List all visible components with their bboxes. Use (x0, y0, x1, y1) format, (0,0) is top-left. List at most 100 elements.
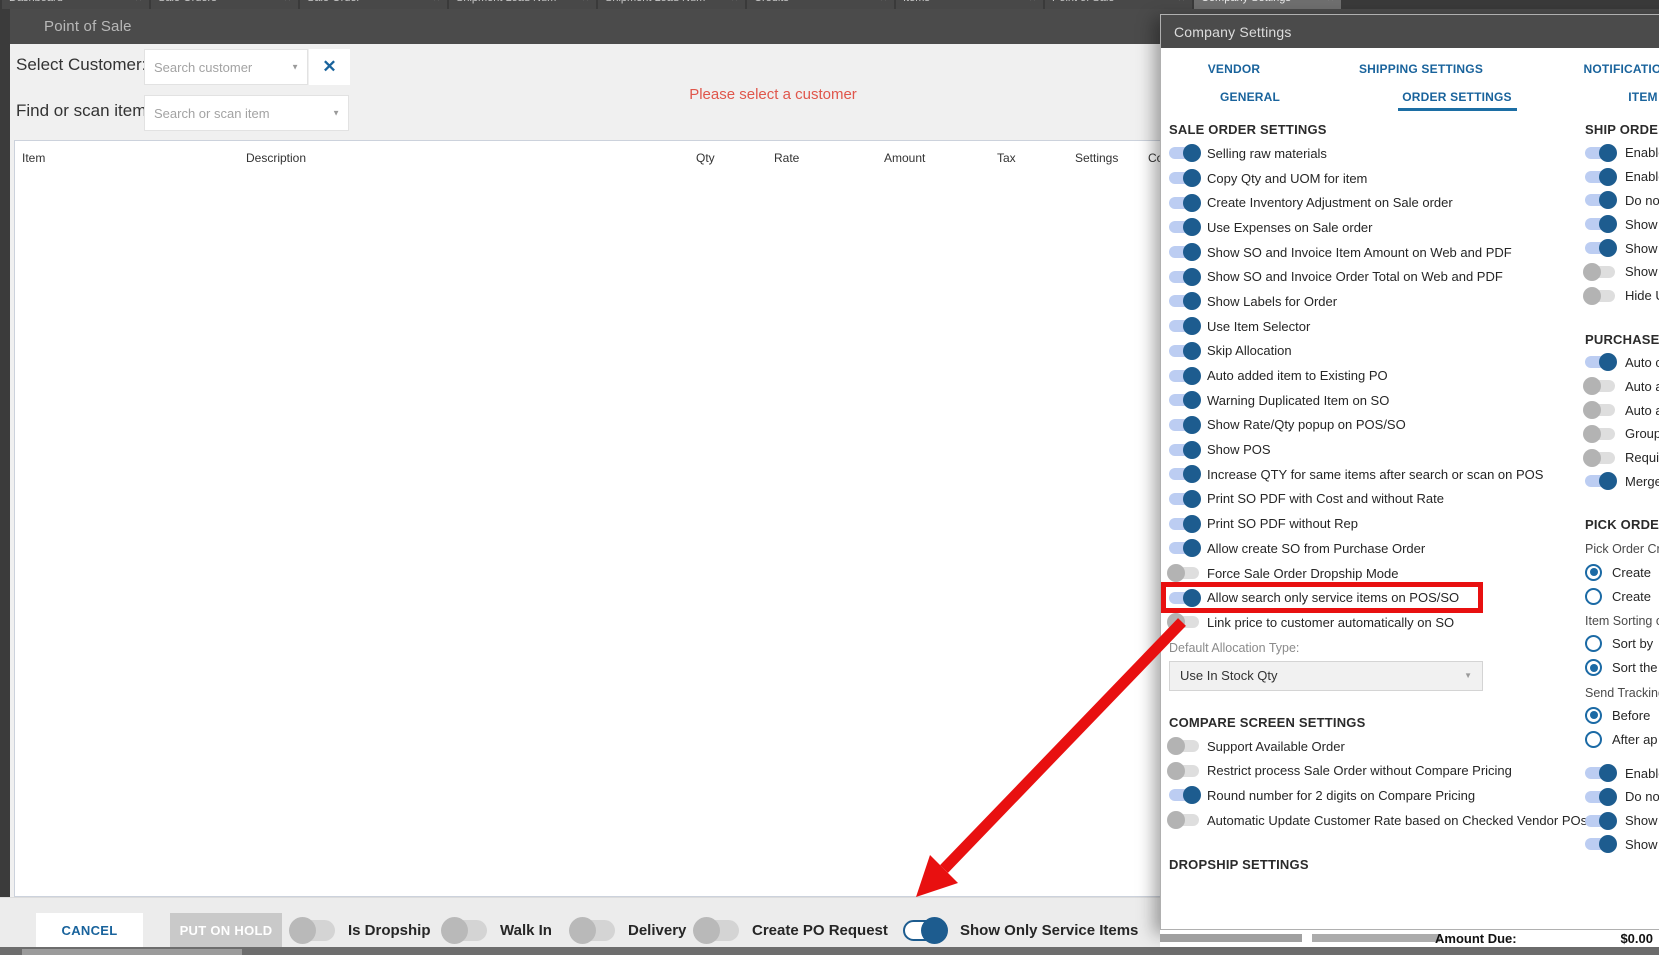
toggle-print-so-pdf-without-rep[interactable] (1169, 514, 1201, 533)
toggle-show-pos[interactable] (1169, 440, 1201, 459)
toggle-do-not-h[interactable] (1585, 787, 1617, 806)
toggle-auto-added-item-to-existing-po[interactable] (1169, 366, 1201, 385)
app-tab-label: Sale Orders (158, 0, 217, 4)
hscrollbar-thumb[interactable] (1312, 934, 1440, 942)
toggle-walk-in[interactable] (441, 917, 487, 944)
toggle-auto-ap[interactable] (1583, 401, 1615, 420)
toggle-allow-create-so-from-purchase-order[interactable] (1169, 539, 1201, 558)
app-tab-point-of-sale[interactable]: Point of Sale ✕ (1045, 0, 1192, 9)
tab-item[interactable]: ITEM (1628, 90, 1657, 104)
toggle-show-se[interactable] (1585, 811, 1617, 830)
section-heading-sale-order-settings: SALE ORDER SETTINGS (1169, 122, 1327, 137)
radio-create[interactable] (1585, 587, 1602, 605)
toggle-knob (1183, 144, 1201, 163)
toggle-force-sale-order-dropship-mode[interactable] (1167, 564, 1199, 583)
toggle-show-so-and-invoice-item-amount-on-web-and-pdf[interactable] (1169, 243, 1201, 262)
toggle-selling-raw-materials[interactable] (1169, 144, 1201, 163)
toggle-show-se[interactable] (1585, 239, 1617, 258)
toggle-show-or[interactable] (1583, 262, 1615, 281)
setting-label: Auto added item to Existing PO (1207, 368, 1388, 384)
radio-after-ap[interactable] (1585, 730, 1602, 748)
toggle-automatic-update-customer-rate-based-on-checked-vendor-pos[interactable] (1167, 811, 1199, 830)
setting-row: Do not h (1585, 189, 1659, 213)
app-tab-shipment-load-num[interactable]: Shipment Load Num ✕ (449, 0, 596, 9)
item-search-input[interactable] (145, 96, 348, 130)
tab-close-icon[interactable]: ✕ (581, 0, 589, 4)
tab-close-icon[interactable]: ✕ (1177, 0, 1185, 4)
tab-close-icon[interactable]: ✕ (1326, 0, 1334, 4)
toggle-use-item-selector[interactable] (1169, 317, 1201, 336)
toolbar-toggle-group-delivery: Delivery (569, 913, 686, 948)
toggle-delivery[interactable] (569, 917, 615, 944)
toggle-show-so-and-invoice-order-total-on-web-and-pdf[interactable] (1169, 267, 1201, 286)
setting-label: Print SO PDF with Cost and without Rate (1207, 491, 1444, 507)
toggle-support-available-order[interactable] (1167, 737, 1199, 756)
toggle-auto-cre[interactable] (1585, 353, 1617, 372)
app-tab-items[interactable]: Items ✕ (896, 0, 1043, 9)
toggle-create-inventory-adjustment-on-sale-order[interactable] (1169, 193, 1201, 212)
radio-create[interactable] (1585, 563, 1602, 581)
tab-general[interactable]: GENERAL (1220, 90, 1280, 104)
app-tab-shipment-load-num[interactable]: Shipment Load Num ✕ (598, 0, 745, 9)
toggle-knob (1599, 835, 1617, 854)
toggle-required[interactable] (1583, 448, 1615, 467)
toggle-show-labels-for-order[interactable] (1169, 292, 1201, 311)
setting-label: Support Available Order (1207, 738, 1345, 754)
tab-order-settings[interactable]: ORDER SETTINGS (1402, 90, 1511, 104)
toggle-restrict-process-sale-order-without-compare-pricing[interactable] (1167, 761, 1199, 780)
setting-label: Show Se (1625, 240, 1659, 256)
tab-shipping-settings[interactable]: SHIPPING SETTINGS (1359, 62, 1483, 76)
setting-row: Automatic Update Customer Rate based on … (1167, 808, 1587, 833)
toggle-show-rate-qty-popup-on-pos-so[interactable] (1169, 415, 1201, 434)
toggle-merge-it[interactable] (1585, 472, 1617, 491)
toggle-print-so-pdf-with-cost-and-without-rate[interactable] (1169, 489, 1201, 508)
put-on-hold-button[interactable]: PUT ON HOLD (170, 913, 282, 948)
app-tab-dashboard[interactable]: Dashboard ✕ (2, 0, 149, 9)
toggle-warning-duplicated-item-on-so[interactable] (1169, 391, 1201, 410)
toggle-skip-allocation[interactable] (1169, 341, 1201, 360)
toggle-hide-uo[interactable] (1583, 286, 1615, 305)
tab-close-icon[interactable]: ✕ (432, 0, 440, 4)
app-tab-company-settings[interactable]: Company Settings ✕ (1194, 0, 1341, 9)
app-tab-credits[interactable]: Credits ✕ (747, 0, 894, 9)
toggle-show-only-service-items[interactable] (903, 917, 948, 944)
item-search-field[interactable]: ▼ (144, 95, 349, 131)
hscrollbar-thumb[interactable] (1160, 934, 1302, 942)
tab-close-icon[interactable]: ✕ (1028, 0, 1036, 4)
cancel-button[interactable]: CANCEL (36, 913, 143, 948)
toggle-knob (1167, 811, 1185, 830)
tab-close-icon[interactable]: ✕ (134, 0, 142, 4)
toggle-group-r[interactable] (1583, 424, 1615, 443)
select-value: Use In Stock Qty (1180, 668, 1278, 684)
toggle-auto-ap[interactable] (1583, 377, 1615, 396)
tab-close-icon[interactable]: ✕ (879, 0, 887, 4)
app-tab-sale-orders[interactable]: Sale Orders ✕ (151, 0, 298, 9)
toggle-use-expenses-on-sale-order[interactable] (1169, 218, 1201, 237)
toggle-create-po-request[interactable] (693, 917, 739, 944)
radio-before[interactable] (1585, 706, 1602, 724)
toggle-show-sh[interactable] (1585, 215, 1617, 234)
toggle-is-dropship[interactable] (289, 917, 335, 944)
toggle-increase-qty-for-same-items-after-search-or-scan-on-pos[interactable] (1169, 465, 1201, 484)
app-tab-sale-order[interactable]: Sale Order ✕ (300, 0, 447, 9)
toggle-do-not-h[interactable] (1585, 191, 1617, 210)
customer-search-input[interactable] (145, 50, 307, 84)
tab-notifications[interactable]: NOTIFICATIONS (1583, 62, 1659, 76)
clear-customer-button[interactable]: ✕ (309, 49, 350, 85)
radio-sort-by[interactable] (1585, 635, 1602, 653)
tab-close-icon[interactable]: ✕ (730, 0, 738, 4)
toggle-enable-c[interactable] (1585, 764, 1617, 783)
toggle-allow-search-only-service-items-on-pos-so[interactable] (1169, 588, 1201, 607)
radio-sort-the[interactable] (1585, 659, 1602, 677)
default-allocation-type-select[interactable]: Use In Stock Qty ▼ (1169, 660, 1483, 691)
tab-close-icon[interactable]: ✕ (283, 0, 291, 4)
toggle-show-pic[interactable] (1585, 835, 1617, 854)
tab-vendor[interactable]: VENDOR (1208, 62, 1261, 76)
toggle-enable-c[interactable] (1585, 143, 1617, 162)
customer-search-field[interactable]: ▼ (144, 49, 308, 85)
toggle-round-number-for-2-digits-on-compare-pricing[interactable] (1169, 786, 1201, 805)
toggle-copy-qty-and-uom-for-item[interactable] (1169, 169, 1201, 188)
toggle-link-price-to-customer-automatically-on-so[interactable] (1167, 613, 1199, 632)
toggle-enable-f[interactable] (1585, 167, 1617, 186)
